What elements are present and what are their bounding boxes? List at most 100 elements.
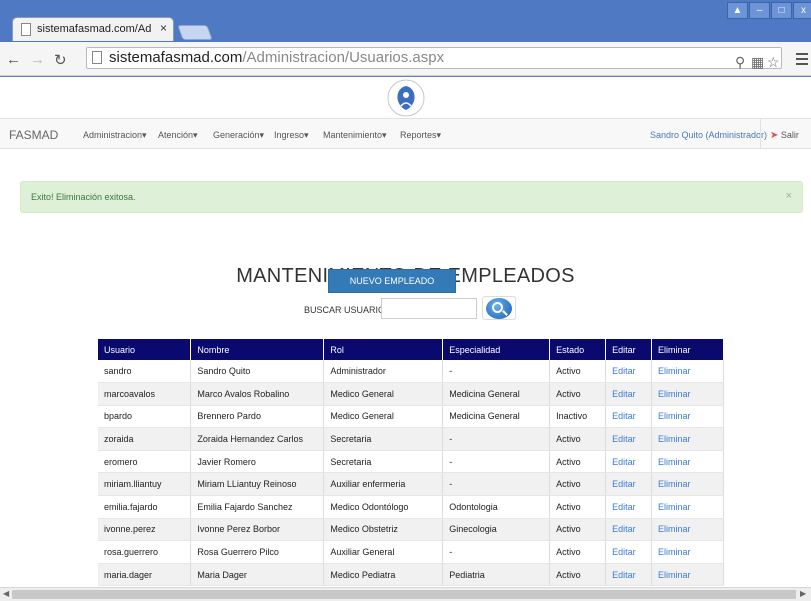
edit-link[interactable]: Editar <box>605 540 653 564</box>
back-arrow-icon[interactable]: ← <box>6 51 21 68</box>
edit-link[interactable]: Editar <box>605 495 653 519</box>
edit-link[interactable]: Editar <box>605 382 653 406</box>
edit-link[interactable]: Editar <box>605 360 653 384</box>
search-label: BUSCAR USUARIO: <box>304 305 388 315</box>
translate-icon[interactable]: ▦ <box>751 52 764 72</box>
header-especialidad[interactable]: Especialidad <box>442 339 551 360</box>
new-tab-button[interactable] <box>177 25 213 40</box>
edit-link[interactable]: Editar <box>605 472 653 497</box>
search-button[interactable] <box>482 296 516 320</box>
cell-usuario: emilia.fajardo <box>98 495 192 519</box>
nav-mantenimiento[interactable]: Mantenimiento▾ <box>323 130 387 141</box>
cell-especialidad: - <box>442 427 551 451</box>
page-icon <box>92 51 102 64</box>
cell-estado: Inactivo <box>549 405 607 429</box>
title-bar: sistemafasmad.com/Administ × ▲ – □ x <box>0 0 811 42</box>
navbar-divider <box>760 119 761 149</box>
delete-link[interactable]: Eliminar <box>651 427 724 451</box>
cell-especialidad: - <box>442 472 551 497</box>
close-window-button[interactable]: x <box>793 2 811 19</box>
delete-link[interactable]: Eliminar <box>651 518 724 542</box>
menu-icon[interactable] <box>796 53 808 68</box>
cell-usuario: marcoavalos <box>98 382 192 406</box>
edit-link[interactable]: Editar <box>605 427 653 451</box>
tab-close-icon[interactable]: × <box>160 21 167 35</box>
cell-nombre: Sandro Quito <box>190 360 325 384</box>
nav-generacion[interactable]: Generación▾ <box>213 130 264 141</box>
scrollbar-thumb[interactable] <box>12 590 796 599</box>
cell-especialidad: Medicina General <box>442 382 551 406</box>
cell-especialidad: - <box>442 360 551 384</box>
header-editar: Editar <box>605 339 653 360</box>
zoom-icon[interactable]: ⚲ <box>735 52 745 72</box>
table-header-row: Usuario Nombre Rol Especialidad Estado E… <box>98 339 724 360</box>
edit-link[interactable]: Editar <box>605 450 653 474</box>
scroll-right-arrow-icon[interactable]: ▶ <box>800 589 806 598</box>
header-usuario[interactable]: Usuario <box>98 339 192 360</box>
new-employee-button[interactable]: NUEVO EMPLEADO <box>328 269 456 293</box>
page-content: FASMAD Administracion▾ Atención▾ Generac… <box>0 77 811 587</box>
nav-ingreso[interactable]: Ingreso▾ <box>274 130 309 141</box>
employees-table: Usuario Nombre Rol Especialidad Estado E… <box>98 339 724 587</box>
delete-link[interactable]: Eliminar <box>651 450 724 474</box>
forward-arrow-icon[interactable]: → <box>30 51 45 68</box>
cell-nombre: Javier Romero <box>190 450 325 474</box>
cell-nombre: Miriam LLiantuy Reinoso <box>190 472 325 497</box>
table-row: maria.dager Maria Dager Medico Pediatra Ped… <box>98 563 724 587</box>
edit-link[interactable]: Editar <box>605 518 653 542</box>
cell-especialidad: - <box>442 450 551 474</box>
delete-link[interactable]: Eliminar <box>651 472 724 497</box>
cell-estado: Activo <box>549 360 607 384</box>
header-estado[interactable]: Estado <box>549 339 607 360</box>
delete-link[interactable]: Eliminar <box>651 382 724 406</box>
search-input[interactable] <box>381 298 477 319</box>
delete-link[interactable]: Eliminar <box>651 405 724 429</box>
address-bar[interactable]: sistemafasmad.com/Administracion/Usuario… <box>86 47 782 72</box>
user-icon[interactable]: ▲ <box>727 2 748 19</box>
delete-link[interactable]: Eliminar <box>651 495 724 519</box>
alert-close-icon[interactable]: × <box>786 190 792 202</box>
page-icon <box>21 23 31 36</box>
brand[interactable]: FASMAD <box>9 128 58 142</box>
nav-administracion[interactable]: Administracion▾ <box>83 130 147 141</box>
tab-title: sistemafasmad.com/Administ <box>37 23 152 35</box>
table-row: emilia.fajardo Emilia Fajardo Sanchez Medi… <box>98 495 724 519</box>
cell-rol: Secretaria <box>323 450 444 474</box>
table-row: bpardo Brennero Pardo Medico General Medici… <box>98 405 724 429</box>
nav-reportes[interactable]: Reportes▾ <box>400 130 441 141</box>
horizontal-scrollbar[interactable]: ◀ ▶ <box>0 587 811 601</box>
table-row: zoraida Zoraida Hernandez Carlos Secretari… <box>98 427 724 451</box>
table-row: miriam.lliantuy Miriam LLiantuy Reinoso Au… <box>98 472 724 497</box>
success-alert: Exito! Eliminación exitosa. × <box>20 181 803 213</box>
delete-link[interactable]: Eliminar <box>651 360 724 384</box>
minimize-button[interactable]: – <box>749 2 770 19</box>
cell-usuario: miriam.lliantuy <box>98 472 192 497</box>
cell-especialidad: - <box>442 540 551 564</box>
header-rol[interactable]: Rol <box>323 339 444 360</box>
cell-usuario: maria.dager <box>98 563 192 587</box>
edit-link[interactable]: Editar <box>605 563 653 587</box>
browser-window: sistemafasmad.com/Administ × ▲ – □ x ← →… <box>0 0 811 601</box>
cell-nombre: Emilia Fajardo Sanchez <box>190 495 325 519</box>
browser-tab[interactable]: sistemafasmad.com/Administ × <box>12 17 174 41</box>
maximize-button[interactable]: □ <box>771 2 792 19</box>
reload-icon[interactable]: ↻ <box>54 51 67 69</box>
delete-link[interactable]: Eliminar <box>651 540 724 564</box>
cell-rol: Auxiliar enfermeria <box>323 472 444 497</box>
nav-atencion[interactable]: Atención▾ <box>158 130 198 141</box>
scroll-left-arrow-icon[interactable]: ◀ <box>3 589 9 598</box>
logout-icon: ➤ <box>770 130 779 141</box>
cell-estado: Activo <box>549 382 607 406</box>
cell-estado: Activo <box>549 427 607 451</box>
star-icon[interactable]: ☆ <box>767 52 780 72</box>
cell-usuario: eromero <box>98 450 192 474</box>
header-eliminar: Eliminar <box>651 339 724 360</box>
cell-estado: Activo <box>549 450 607 474</box>
logout-link[interactable]: ➤ Salir <box>770 130 799 141</box>
edit-link[interactable]: Editar <box>605 405 653 429</box>
user-menu[interactable]: Sandro Quito (Administrador) <box>650 130 767 140</box>
delete-link[interactable]: Eliminar <box>651 563 724 587</box>
url-host: sistemafasmad.com <box>109 49 243 66</box>
cell-rol: Administrador <box>323 360 444 384</box>
header-nombre[interactable]: Nombre <box>190 339 325 360</box>
